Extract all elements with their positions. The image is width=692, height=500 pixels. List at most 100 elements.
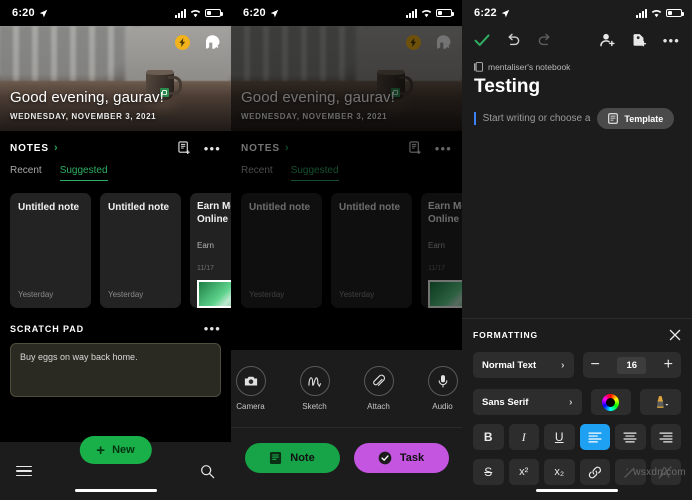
chevron-right-icon: › [569,396,573,408]
note-title[interactable]: Testing [462,72,692,98]
template-label: Template [624,113,664,124]
quick-action-audio[interactable]: Audio [422,366,463,411]
table-row[interactable]: Untitled note Yesterday [10,193,91,308]
formatting-header: FORMATTING [473,329,681,341]
panel-note-editor: 6:22 ••• mentaliser's notebook Testing S… [462,0,692,500]
status-bar: 6:20 [0,0,231,26]
highlight-color-button[interactable] [640,389,681,415]
date-text: WEDNESDAY, NOVEMBER 3, 2021 [10,112,157,121]
font-family-value: Sans Serif [482,396,529,408]
italic-button[interactable]: I [508,424,539,450]
status-time: 6:20 [243,7,266,19]
hero-text: Good evening, gaurav! WEDNESDAY, NOVEMBE… [10,89,164,121]
color-controls [590,389,681,415]
text-color-button[interactable] [590,389,632,415]
increase-font-size-button[interactable]: + [664,357,673,373]
quick-action-camera[interactable]: Camera [231,366,272,411]
decrease-font-size-button[interactable]: − [591,357,600,373]
quick-action-row: Camera Sketch Attach Audio [231,366,462,411]
search-icon[interactable] [200,464,215,479]
notes-section-title[interactable]: NOTES › [10,141,59,154]
new-button-label: New [112,444,135,456]
text-caret [474,112,476,125]
scratch-pad-input[interactable]: Buy eggs on way back home. [10,343,221,397]
chevron-right-icon: › [53,141,59,154]
location-arrow-icon [501,9,510,17]
camera-icon [235,366,266,396]
add-person-icon[interactable] [599,33,616,47]
more-options-icon[interactable]: ••• [204,322,221,335]
more-options-icon[interactable]: ••• [663,34,680,47]
align-right-button[interactable] [650,424,681,450]
microphone-icon [427,366,458,396]
add-tag-icon[interactable] [632,33,647,47]
tab-suggested[interactable]: Suggested [59,165,108,181]
undo-icon[interactable] [506,33,521,47]
attach-paperclip-icon [363,366,394,396]
font-size-value[interactable]: 16 [617,356,647,374]
underline-glyph: U [554,430,564,444]
notes-tabs: Recent Suggested [0,155,231,181]
note-card-date: Yesterday [18,290,54,299]
note-card-title: Untitled note [18,202,80,213]
italic-glyph: I [521,429,526,444]
create-note-button[interactable]: Note [244,443,340,473]
quick-action-sheet: Camera Sketch Attach Audio Note Task [231,350,462,500]
note-card-list: Untitled note Yesterday Untitled note Ye… [0,181,231,308]
new-button[interactable]: + New [79,436,152,464]
status-bar: 6:22 [462,0,692,26]
formatting-row-style: Normal Text › − 16 + [473,352,681,378]
scratch-pad-header: SCRATCH PAD ••• [10,322,221,335]
font-family-select[interactable]: Sans Serif › [473,389,582,415]
table-row[interactable]: Earn Money Online Earn 11/17 Pay [190,193,231,308]
note-card-thumbnail [197,280,231,308]
template-button[interactable]: Template [597,108,675,129]
more-options-icon[interactable]: ••• [204,142,221,155]
check-done-icon[interactable] [474,33,490,47]
tab-recent[interactable]: Recent [10,165,42,181]
wifi-icon [651,9,662,17]
note-body-placeholder[interactable]: Start writing or choose a [483,113,591,124]
text-style-value: Normal Text [482,359,537,371]
create-task-button[interactable]: Task [353,443,449,473]
screenshot-root: 6:20 Good evening, gaurav! WEDNESDAY, NO… [0,0,692,500]
watermark: wsxdn.com [633,467,686,478]
notebook-breadcrumb[interactable]: mentaliser's notebook [462,54,692,72]
redo-icon [537,33,552,47]
superscript-button[interactable]: x² [508,459,539,485]
align-center-button[interactable] [615,424,646,450]
text-style-select[interactable]: Normal Text › [473,352,574,378]
subscript-button[interactable]: x₂ [544,459,575,485]
table-row[interactable]: Untitled note Yesterday [100,193,181,308]
wifi-icon [190,9,201,17]
quick-action-attach[interactable]: Attach [358,366,400,411]
note-card-title: Earn Money Online [197,201,231,225]
align-left-icon [588,432,602,442]
formatting-row-font: Sans Serif › [473,389,681,415]
notes-header: NOTES › ••• [0,141,231,155]
coin-badge-icon[interactable] [175,34,190,50]
bold-button[interactable]: B [473,424,504,450]
elephant-icon[interactable] [204,34,221,50]
align-left-button[interactable] [579,424,610,450]
bold-glyph: B [483,430,493,444]
underline-button[interactable]: U [544,424,575,450]
link-button[interactable] [579,459,610,485]
highlighter-icon [657,395,669,408]
wifi-icon [421,9,432,17]
quick-action-sketch[interactable]: Sketch [294,366,336,411]
close-icon[interactable] [669,329,681,341]
status-right [636,8,684,18]
notes-section: NOTES › ••• Recent Suggested Untitled no… [0,131,231,308]
chevron-right-icon: › [561,359,565,371]
align-center-icon [623,432,637,442]
hamburger-menu-icon[interactable] [16,465,32,477]
note-card-title: Untitled note [108,202,170,213]
battery-icon [205,9,223,17]
new-note-icon[interactable] [178,141,191,155]
color-wheel-icon [602,393,620,411]
location-arrow-icon [39,9,48,17]
status-time: 6:22 [474,7,497,19]
strikethrough-button[interactable]: S [473,459,504,485]
hero-icon-group [175,34,221,50]
